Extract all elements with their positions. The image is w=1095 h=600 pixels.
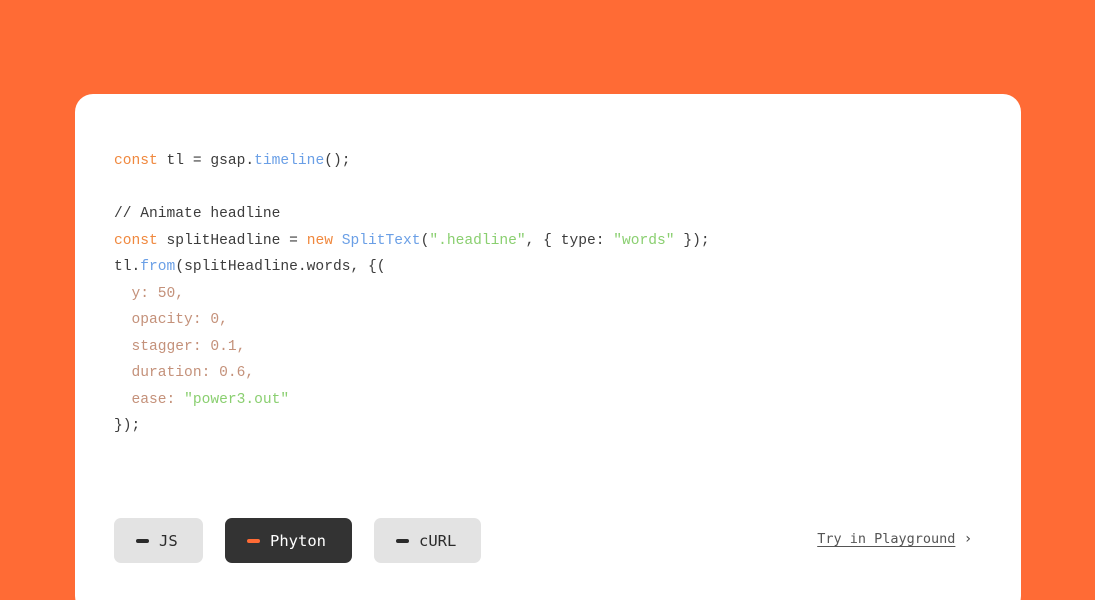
chevron-right-icon: › xyxy=(965,531,971,547)
code-line: ease: "power3.out" xyxy=(114,387,710,414)
dash-icon xyxy=(247,538,260,543)
code-token-prop: y: 50, xyxy=(114,285,185,302)
playground-label: Try in Playground xyxy=(817,531,956,547)
code-line: opacity: 0, xyxy=(114,307,710,334)
code-token-plain: tl = gsap. xyxy=(157,153,255,169)
code-token-plain: ( xyxy=(420,232,430,249)
code-line: // Animate headline xyxy=(114,201,710,228)
tab-label: cURL xyxy=(419,531,457,550)
code-token-str: "words" xyxy=(613,232,675,249)
code-line: stagger: 0.1, xyxy=(114,334,710,361)
code-line: y: 50, xyxy=(114,281,710,308)
code-card: const tl = gsap.timeline(); // Animate h… xyxy=(75,94,1021,600)
code-token-fn: SplitText xyxy=(341,232,421,249)
code-token-plain: }); xyxy=(674,232,710,249)
code-token-prop: opacity: 0, xyxy=(114,312,228,328)
dash-icon xyxy=(136,538,149,543)
code-token-fn: timeline xyxy=(254,153,325,169)
code-line: const tl = gsap.timeline(); xyxy=(114,148,710,175)
code-token-fn: from xyxy=(140,259,176,275)
code-block: const tl = gsap.timeline(); // Animate h… xyxy=(114,148,710,440)
language-tabs: JS Phyton cURL xyxy=(114,518,481,563)
code-token-str: "power3.out" xyxy=(184,391,290,408)
code-token-kw: const xyxy=(114,232,158,249)
code-token-plain: , { type: xyxy=(525,232,614,249)
dash-icon xyxy=(396,538,409,543)
code-token-plain: (); xyxy=(324,153,351,169)
code-token-kw: const xyxy=(114,153,158,169)
tab-js[interactable]: JS xyxy=(114,518,203,563)
tab-curl[interactable]: cURL xyxy=(374,518,481,563)
code-token-str: ".headline" xyxy=(429,232,526,249)
code-token-comment: // Animate headline xyxy=(114,206,281,222)
code-line: duration: 0.6, xyxy=(114,360,710,387)
tab-python[interactable]: Phyton xyxy=(225,518,352,563)
try-in-playground-link[interactable]: Try in Playground › xyxy=(817,531,971,547)
code-token-plain: }); xyxy=(114,418,141,434)
code-token-plain: (splitHeadline.words, {( xyxy=(175,259,386,275)
tab-label: JS xyxy=(159,531,178,550)
code-token-prop: duration: 0.6, xyxy=(114,365,255,381)
code-line: const splitHeadline = new SplitText(".he… xyxy=(114,228,710,255)
tab-label: Phyton xyxy=(270,531,326,550)
code-token-plain: tl. xyxy=(114,259,141,275)
code-token-prop: ease: xyxy=(114,391,185,408)
code-token-plain: splitHeadline = xyxy=(157,232,307,249)
code-token-prop: stagger: 0.1, xyxy=(114,338,246,355)
code-token-kw: new xyxy=(306,232,333,249)
code-line: }); xyxy=(114,413,710,440)
code-line: tl.from(splitHeadline.words, {( xyxy=(114,254,710,281)
